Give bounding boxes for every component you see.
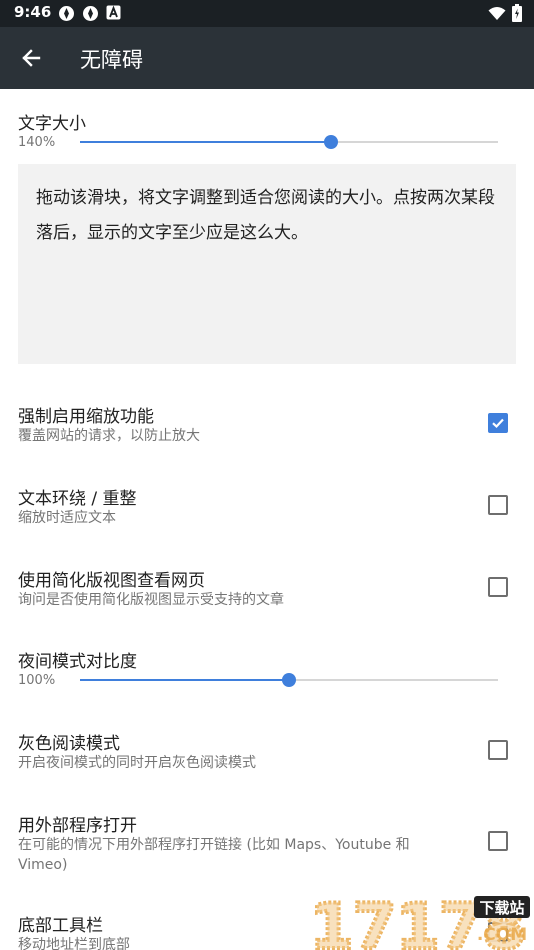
pref-force-zoom[interactable]: 强制启用缩放功能 覆盖网站的请求，以防止放大 (0, 402, 534, 462)
watermark-logo: 17178 17178 下载站 .COM (308, 888, 530, 950)
open-external-checkbox[interactable] (488, 831, 508, 851)
pref-title: 强制启用缩放功能 (18, 407, 154, 427)
svg-text:下载站: 下载站 (479, 899, 524, 917)
pref-summary: 覆盖网站的请求，以防止放大 (18, 428, 200, 444)
night-contrast-title: 夜间模式对比度 (18, 652, 137, 672)
text-size-slider-thumb[interactable] (323, 135, 338, 149)
app-icon (59, 6, 74, 21)
settings-content: 文字大小 140% 拖动该滑块，将文字调整到适合您阅读的大小。点按两次某段落后，… (0, 89, 534, 950)
text-size-slider[interactable] (80, 135, 498, 149)
night-contrast-slider[interactable] (80, 673, 498, 687)
wifi-icon (488, 6, 506, 20)
pref-open-external[interactable]: 用外部程序打开 在可能的情况下用外部程序打开链接 (比如 Maps、Youtub… (0, 811, 534, 881)
pref-title: 用外部程序打开 (18, 816, 137, 836)
pref-gray-reading[interactable]: 灰色阅读模式 开启夜间模式的同时开启灰色阅读模式 (0, 729, 534, 789)
text-size-value: 140% (18, 135, 56, 150)
pref-title: 使用简化版视图查看网页 (18, 571, 205, 591)
pref-summary: 缩放时适应文本 (18, 510, 116, 526)
checkmark-icon (492, 418, 504, 429)
status-bar: 9:46 (0, 0, 534, 27)
text-reflow-checkbox[interactable] (488, 495, 508, 515)
battery-icon (512, 4, 522, 22)
svg-text:.COM: .COM (477, 925, 527, 945)
notification-icons (58, 5, 121, 22)
text-preview-box: 拖动该滑块，将文字调整到适合您阅读的大小。点按两次某段落后，显示的文字至少应是这… (18, 164, 516, 364)
pref-text-reflow[interactable]: 文本环绕 / 重整 缩放时适应文本 (0, 484, 534, 544)
text-preview: 拖动该滑块，将文字调整到适合您阅读的大小。点按两次某段落后，显示的文字至少应是这… (36, 188, 495, 243)
gray-reading-checkbox[interactable] (488, 740, 508, 760)
status-time: 9:46 (14, 3, 52, 21)
text-size-title: 文字大小 (18, 114, 86, 134)
night-contrast-value: 100% (18, 673, 56, 688)
force-zoom-checkbox[interactable] (488, 413, 508, 433)
pref-summary: 询问是否使用简化版视图显示受支持的文章 (18, 592, 284, 608)
back-button[interactable] (14, 42, 48, 74)
page-title: 无障碍 (80, 48, 143, 72)
text-a-icon (106, 5, 121, 20)
pref-title: 文本环绕 / 重整 (18, 489, 137, 509)
night-contrast-slider-fill (80, 679, 289, 681)
night-contrast-slider-thumb[interactable] (282, 673, 296, 687)
pref-summary: 在可能的情况下用外部程序打开链接 (比如 Maps、Youtube 和 Vime… (18, 837, 410, 873)
pref-title: 底部工具栏 (18, 916, 103, 936)
simplified-view-checkbox[interactable] (488, 577, 508, 597)
arrow-back-icon (22, 49, 41, 67)
pref-summary: 开启夜间模式的同时开启灰色阅读模式 (18, 755, 256, 771)
text-size-slider-fill (80, 141, 331, 143)
system-icons (488, 4, 522, 22)
pref-simplified-view[interactable]: 使用简化版视图查看网页 询问是否使用简化版视图显示受支持的文章 (0, 566, 534, 626)
app-icon (83, 6, 98, 21)
pref-title: 灰色阅读模式 (18, 734, 120, 754)
toolbar: 无障碍 (0, 27, 534, 89)
